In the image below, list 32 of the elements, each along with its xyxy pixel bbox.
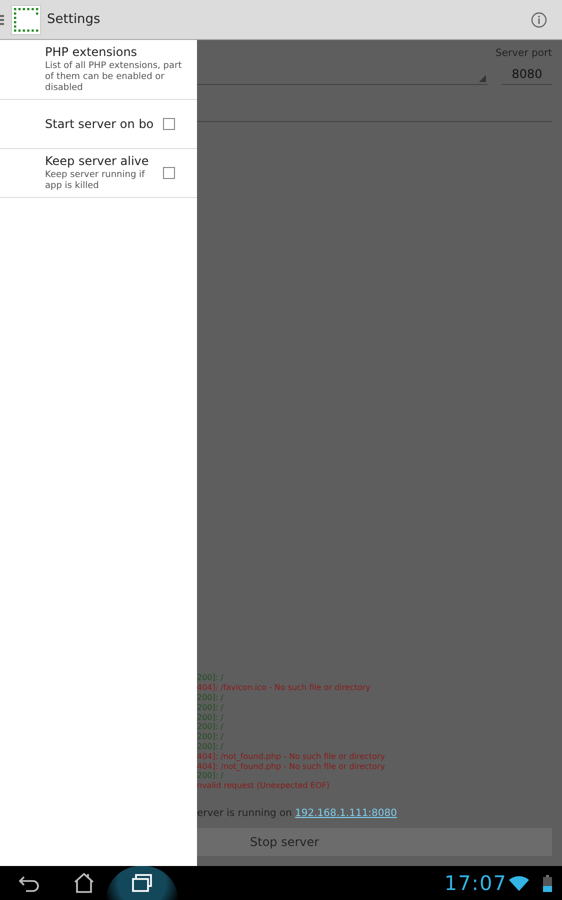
battery-icon [543,874,552,892]
log-line: nvalid request (Unexpected EOF) [197,781,330,791]
log-line: 200]: / [197,742,224,752]
log-line: 200]: / [197,722,224,732]
log-line: 200]: / [197,732,224,742]
wifi-icon [509,875,529,891]
setting-title: PHP extensions [45,45,138,59]
server-address-link[interactable]: 192.168.1.111:8080 [295,808,397,819]
port-label: Server port [496,48,552,59]
menu-icon[interactable] [0,14,4,24]
recent-apps-icon [131,873,153,893]
setting-title: Keep server alive [45,154,150,168]
clock: 17:07 [444,871,507,895]
dropdown-arrow-icon [478,75,486,82]
setting-summary: List of all PHP extensions, part of them can be enabled or disabled [45,61,183,94]
app-logo-icon[interactable] [11,4,41,34]
info-icon[interactable] [531,12,547,28]
log-line: 200]: / [197,712,224,722]
setting-summary: Keep server running if app is killed [45,170,146,192]
screen-title: Settings [47,12,100,27]
log-line: 404]: /favicon.ico - No such file or directory [197,683,372,694]
log-line: 200]: / [197,673,224,684]
status-text: erver is running on [197,808,292,819]
checkbox[interactable] [163,167,175,179]
home-icon[interactable] [72,872,96,894]
setting-title: Start server on bo [45,117,155,131]
log-line: 200]: / [197,771,224,782]
log-line: 200]: / [197,702,224,713]
log-line: 404]: /not_found.php - No such file or directory [197,762,386,772]
log-line: 200]: / [197,693,224,703]
checkbox[interactable] [163,118,175,130]
log-line: 404]: /not_found.php - No such file or directory [197,752,386,762]
